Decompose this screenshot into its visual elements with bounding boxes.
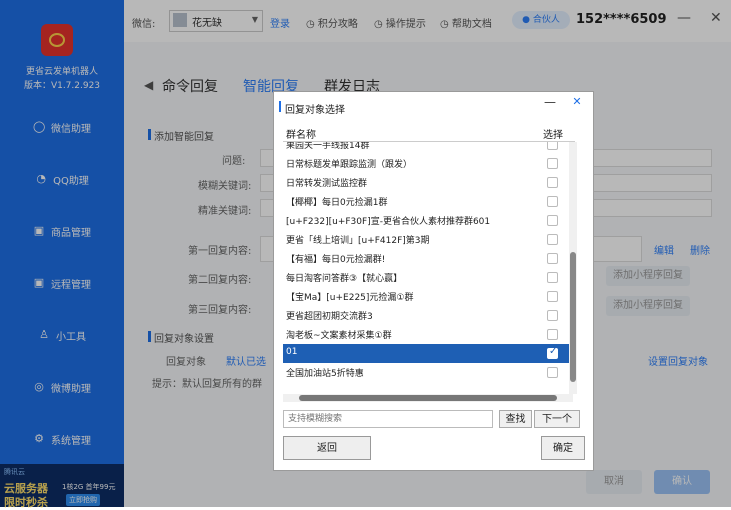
group-name: 淘老板~文案素材采集①群 — [286, 331, 392, 341]
select-checkbox[interactable] — [547, 234, 558, 245]
table-row[interactable]: [u+F232][u+F30F]宣-更省合伙人素材推荐群601 — [283, 211, 573, 230]
close-icon[interactable]: ✕ — [569, 95, 585, 109]
select-checkbox[interactable] — [547, 215, 558, 226]
group-name: 【椰椰】每日0元捡漏1群 — [286, 198, 388, 208]
group-name: 日常转发测试监控群 — [286, 179, 368, 189]
search-input[interactable] — [283, 410, 493, 428]
group-name: 01 — [286, 347, 298, 357]
select-checkbox[interactable]: ✓ — [547, 346, 558, 359]
select-checkbox[interactable] — [547, 177, 558, 188]
group-name: [u+F232][u+F30F]宣-更省合伙人素材推荐群601 — [286, 217, 491, 227]
group-name: 【宝Ma】[u+E225]元捡漏①群 — [286, 293, 414, 303]
select-checkbox[interactable] — [547, 367, 558, 378]
ok-button[interactable]: 确定 — [541, 436, 585, 460]
select-checkbox[interactable] — [547, 329, 558, 340]
table-row[interactable]: 更省「线上培训」[u+F412F]第3期 — [283, 230, 573, 249]
group-name: 全国加油站5折特惠 — [286, 369, 364, 379]
horizontal-scrollbar[interactable] — [283, 394, 573, 402]
group-name: 每日淘客问答群③【就心赢】 — [286, 274, 403, 284]
group-name: 更省超团初期交流群3 — [286, 312, 373, 322]
select-checkbox[interactable] — [547, 272, 558, 283]
group-name: 更省「线上培训」[u+F412F]第3期 — [286, 236, 430, 246]
checkmark-icon: ✓ — [549, 346, 558, 357]
group-name: 果园关一手线报14群 — [286, 142, 370, 151]
table-row[interactable]: 【宝Ma】[u+E225]元捡漏①群 — [283, 287, 573, 306]
search-button[interactable]: 查找 — [499, 410, 532, 428]
table-header: 群名称 选择 — [283, 123, 575, 142]
group-name: 日常标题发单跟踪监测（跟发） — [286, 160, 413, 170]
table-row[interactable]: 【有福】每日0元捡漏群! — [283, 249, 573, 268]
minimize-icon[interactable]: — — [542, 96, 558, 110]
group-name: 【有福】每日0元捡漏群! — [286, 255, 386, 265]
select-checkbox[interactable] — [547, 253, 558, 264]
table-row[interactable]: 日常标题发单跟踪监测（跟发） — [283, 154, 573, 173]
select-checkbox[interactable] — [547, 196, 558, 207]
select-checkbox[interactable] — [547, 291, 558, 302]
column-header-select: 选择 — [543, 130, 563, 141]
table-row[interactable]: 01 ✓ — [283, 344, 573, 363]
table-row[interactable]: 淘老板~文案素材采集①群 — [283, 325, 573, 344]
select-checkbox[interactable] — [547, 142, 558, 150]
table-row[interactable]: 更省超团初期交流群3 — [283, 306, 573, 325]
table-row[interactable]: 果园关一手线报14群 — [283, 142, 573, 154]
next-button[interactable]: 下一个 — [534, 410, 580, 428]
scrollbar-thumb[interactable] — [299, 395, 557, 401]
back-button[interactable]: 返回 — [283, 436, 371, 460]
reply-target-dialog: 回复对象选择 — ✕ 群名称 选择 果园关一手线报14群日常标题发单跟踪监测（跟… — [273, 91, 594, 471]
table-row[interactable]: 全国加油站5折特惠 — [283, 363, 573, 382]
select-checkbox[interactable] — [547, 158, 558, 169]
table-row[interactable]: 每日淘客问答群③【就心赢】 — [283, 268, 573, 287]
column-header-group-name: 群名称 — [286, 130, 316, 141]
dialog-title: 回复对象选择 — [279, 101, 345, 116]
group-list[interactable]: 果园关一手线报14群日常标题发单跟踪监测（跟发） 日常转发测试监控群【椰椰】每日0… — [283, 142, 573, 392]
select-checkbox[interactable] — [547, 310, 558, 321]
vertical-scrollbar[interactable] — [569, 142, 577, 394]
scrollbar-thumb[interactable] — [570, 252, 576, 382]
table-row[interactable]: 【椰椰】每日0元捡漏1群 — [283, 192, 573, 211]
table-row[interactable]: 日常转发测试监控群 — [283, 173, 573, 192]
